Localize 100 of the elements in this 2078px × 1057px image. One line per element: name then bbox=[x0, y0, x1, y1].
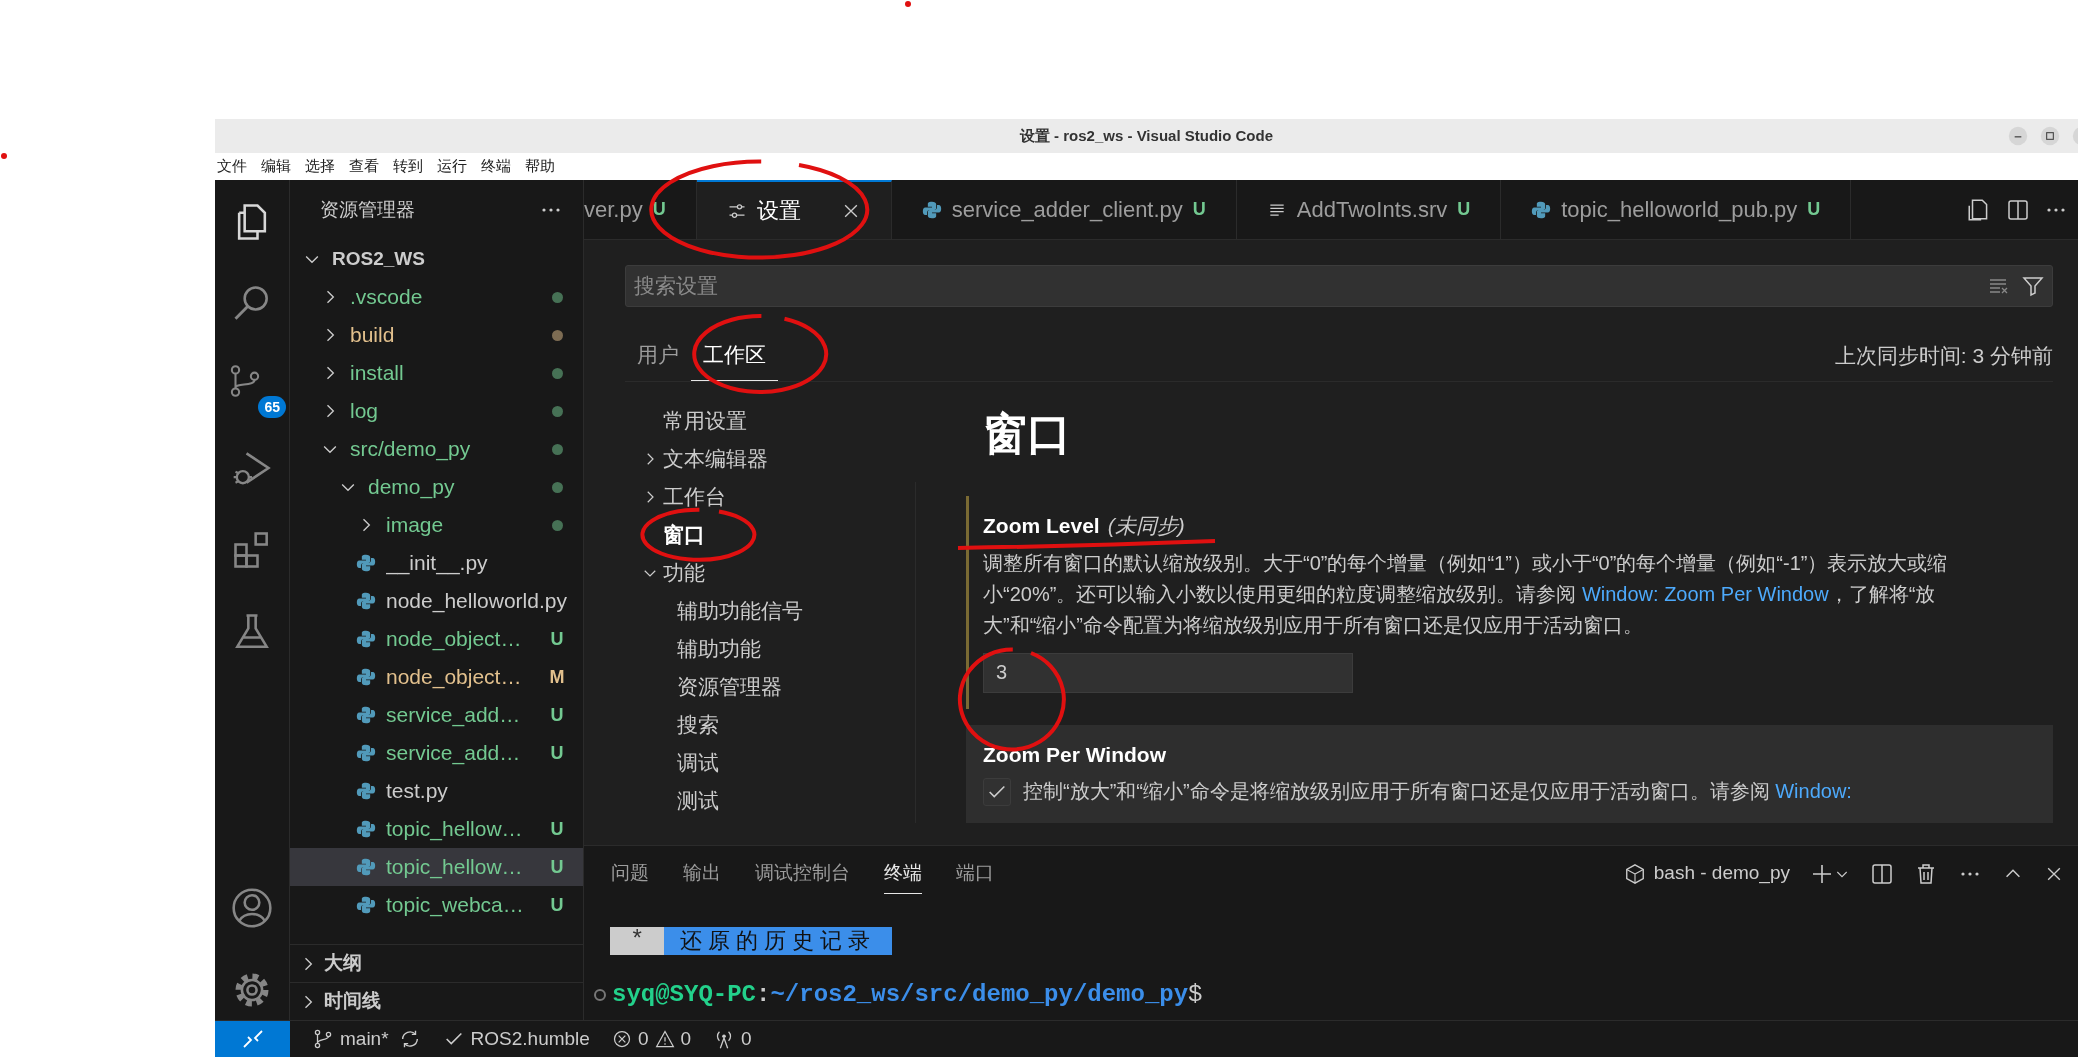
scope-tab[interactable]: 用户 bbox=[625, 330, 691, 381]
split-editor-icon[interactable] bbox=[2006, 197, 2030, 222]
python-file-icon bbox=[356, 857, 376, 877]
toc-item[interactable]: 文本编辑器 bbox=[663, 443, 768, 475]
python-file-icon bbox=[356, 705, 376, 725]
panel-tab[interactable]: 端口 bbox=[956, 852, 994, 895]
restore-banner: 还原的历史记录 bbox=[664, 927, 893, 955]
sync-status: 上次同步时间: 3 分钟前 bbox=[1834, 342, 2053, 369]
editor-tab[interactable]: 设置 bbox=[696, 180, 892, 239]
split-terminal-icon[interactable] bbox=[1870, 861, 1894, 886]
git-status-letter: U bbox=[1457, 198, 1471, 221]
status-dot bbox=[552, 519, 563, 531]
minimize-icon[interactable] bbox=[2008, 126, 2028, 146]
tree-row[interactable]: log bbox=[290, 392, 583, 430]
scope-tab[interactable]: 工作区 bbox=[691, 330, 778, 381]
checkbox[interactable] bbox=[983, 778, 1011, 806]
toc-item[interactable]: 功能 bbox=[663, 557, 705, 589]
setting-description: 控制“放大”和“缩小”命令是将缩放级别应用于所有窗口还是仅应用于活动窗口。请参阅 Window: bbox=[1023, 779, 1852, 804]
tree-row[interactable]: ROS2_WS bbox=[290, 240, 583, 278]
git-status-letter: U bbox=[1807, 198, 1821, 221]
tree-row[interactable]: src/demo_py bbox=[290, 430, 583, 468]
toc-item[interactable]: 工作台 bbox=[663, 481, 726, 513]
tree-row[interactable]: topic_webca… U bbox=[290, 886, 583, 924]
tree-row[interactable]: topic_hellow… U bbox=[290, 848, 583, 886]
panel-tab[interactable]: 终端 bbox=[884, 852, 922, 895]
tree-row[interactable]: image bbox=[290, 506, 583, 544]
file-name: __init__.py bbox=[386, 550, 489, 577]
git-status-letter: U bbox=[549, 893, 565, 917]
toc-item[interactable]: 调试 bbox=[677, 747, 719, 779]
file-name: image bbox=[386, 512, 445, 539]
tree-row[interactable]: service_add… U bbox=[290, 696, 583, 734]
python-file-icon bbox=[921, 199, 942, 220]
toc-item[interactable]: 窗口 bbox=[663, 519, 705, 551]
panel-tab[interactable]: 输出 bbox=[683, 852, 721, 895]
tab-label: 设置 bbox=[756, 197, 801, 225]
profile-button[interactable]: ROS2.humble bbox=[442, 1024, 590, 1054]
setting-link[interactable]: Window: Zoom Per Window bbox=[1581, 582, 1829, 605]
error-icon bbox=[611, 1029, 632, 1049]
menu-item[interactable]: 运行 bbox=[437, 155, 467, 178]
remote-button[interactable] bbox=[215, 1021, 290, 1057]
menu-item[interactable]: 编辑 bbox=[261, 155, 291, 178]
editor-tab[interactable]: ver.py U bbox=[584, 180, 697, 239]
tree-row[interactable]: node_object… M bbox=[290, 658, 583, 696]
problems-button[interactable]: 0 0 bbox=[611, 1024, 692, 1054]
setting-link[interactable]: Window: bbox=[1775, 780, 1852, 802]
tree-row[interactable]: __init__.py bbox=[290, 544, 583, 582]
tree-row[interactable]: service_add… U bbox=[290, 734, 583, 772]
menu-item[interactable]: 文件 bbox=[217, 155, 247, 178]
number-input[interactable]: 3 bbox=[983, 652, 1353, 693]
tree-row[interactable]: topic_hellow… U bbox=[290, 810, 583, 848]
filter-icon[interactable] bbox=[2021, 274, 2045, 298]
toc-item[interactable]: 资源管理器 bbox=[677, 671, 782, 703]
tab-label: topic_helloworld_pub.py bbox=[1561, 196, 1798, 224]
toc-item[interactable]: 测试 bbox=[677, 785, 719, 817]
file-name: .vscode bbox=[350, 284, 424, 311]
file-name: log bbox=[350, 398, 380, 425]
maximize-icon[interactable] bbox=[2040, 126, 2060, 146]
tree-row[interactable]: install bbox=[290, 354, 583, 392]
branch-button[interactable]: main* bbox=[312, 1024, 389, 1054]
tree-row[interactable]: demo_py bbox=[290, 468, 583, 506]
python-file-icon bbox=[1531, 199, 1552, 220]
account-icon[interactable] bbox=[230, 886, 274, 930]
panel-tab[interactable]: 问题 bbox=[611, 852, 649, 895]
status-dot bbox=[552, 443, 563, 455]
tree-row[interactable]: node_helloworld.py bbox=[290, 582, 583, 620]
toc-item[interactable]: 搜索 bbox=[677, 709, 719, 741]
panel-tab[interactable]: 调试控制台 bbox=[755, 852, 850, 895]
git-status-letter: U bbox=[549, 855, 565, 879]
menu-item[interactable]: 转到 bbox=[393, 155, 423, 178]
toc-item[interactable]: 辅助功能 bbox=[677, 633, 761, 665]
annotation-dot bbox=[905, 1, 911, 7]
file-name: demo_py bbox=[368, 474, 456, 501]
python-file-icon bbox=[356, 895, 376, 915]
menu-item[interactable]: 终端 bbox=[481, 155, 511, 178]
python-file-icon bbox=[356, 819, 376, 839]
file-name: topic_webca… bbox=[386, 892, 525, 919]
tree-row[interactable]: build bbox=[290, 316, 583, 354]
toc-item[interactable]: 辅助功能信号 bbox=[677, 595, 803, 627]
menu-item[interactable]: 查看 bbox=[349, 155, 379, 178]
menu-item[interactable]: 选择 bbox=[305, 155, 335, 178]
terminal-name[interactable]: bash - demo_py bbox=[1653, 859, 1790, 888]
tab-label: service_adder_client.py bbox=[951, 196, 1183, 224]
tree-row[interactable]: node_object… U bbox=[290, 620, 583, 658]
section-header[interactable]: 大纲 bbox=[324, 949, 362, 978]
status-dot bbox=[552, 367, 563, 379]
git-status-letter: U bbox=[549, 741, 565, 765]
ports-button[interactable]: 0 bbox=[713, 1024, 752, 1054]
warning-icon bbox=[654, 1029, 675, 1049]
tab-label: ver.py bbox=[584, 196, 643, 224]
python-file-icon bbox=[356, 591, 376, 611]
menu-item[interactable]: 帮助 bbox=[525, 155, 555, 178]
search-field[interactable]: 搜索设置 bbox=[625, 265, 2053, 307]
file-name: topic_hellow… bbox=[386, 816, 524, 843]
status-dot bbox=[552, 291, 563, 303]
git-status-letter: U bbox=[549, 627, 565, 651]
toc-item[interactable]: 常用设置 bbox=[663, 405, 747, 437]
annotation-dot bbox=[1, 153, 7, 159]
tree-row[interactable]: .vscode bbox=[290, 278, 583, 316]
section-header[interactable]: 时间线 bbox=[324, 987, 381, 1016]
tree-row[interactable]: test.py bbox=[290, 772, 583, 810]
